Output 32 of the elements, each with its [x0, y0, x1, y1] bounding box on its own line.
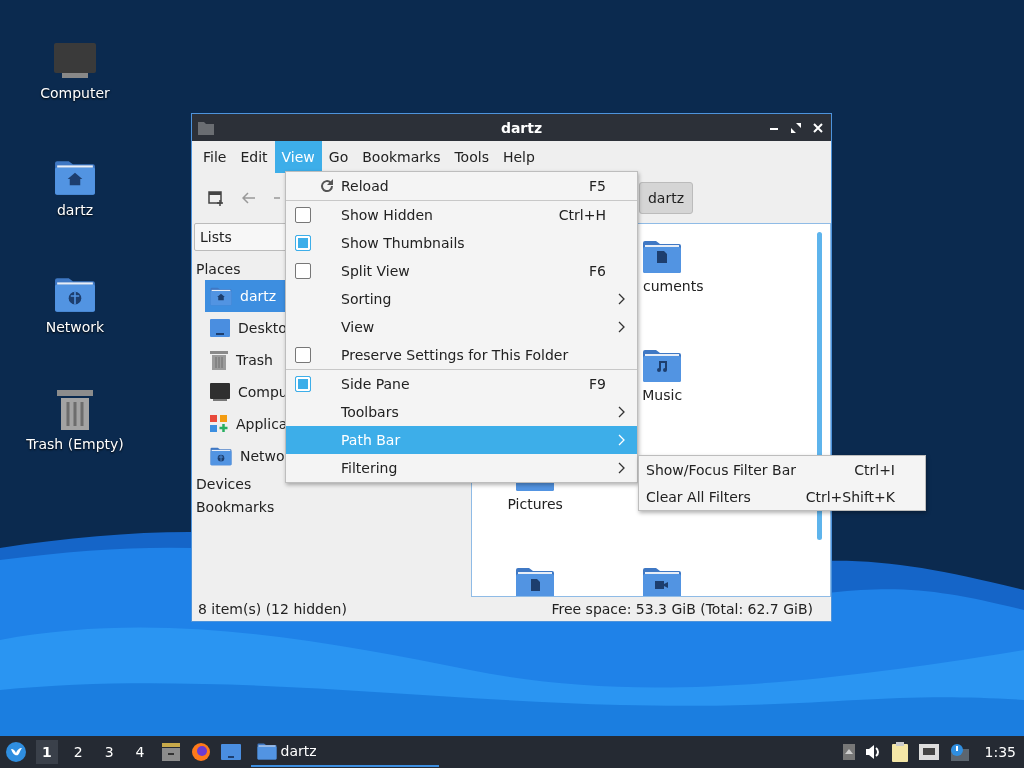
menu-item[interactable]: Side Pane F9: [286, 370, 637, 398]
status-text: 8 item(s) (12 hidden): [198, 601, 347, 617]
desktop-icon-label[interactable]: dartz: [56, 202, 94, 218]
clock: 1:35: [984, 744, 1016, 760]
window-title: dartz: [499, 119, 544, 136]
file-label[interactable]: Music: [642, 387, 683, 403]
desktop-icon-label[interactable]: Trash (Empty): [26, 436, 124, 452]
menu-item[interactable]: Edit: [233, 141, 275, 173]
menu-item[interactable]: Go: [321, 141, 356, 173]
menu-item[interactable]: Help: [495, 141, 542, 173]
workspace-button[interactable]: 3: [98, 740, 120, 764]
menu-item[interactable]: View: [286, 313, 637, 341]
file-label[interactable]: Pictures: [507, 496, 563, 512]
menu-item[interactable]: File: [196, 141, 234, 173]
menu-item[interactable]: Reload F5: [286, 172, 637, 200]
task-button[interactable]: dartz: [250, 737, 439, 767]
section-heading[interactable]: Bookmarks: [194, 495, 469, 518]
menu-item[interactable]: Bookmarks: [355, 141, 448, 173]
menu-item[interactable]: Filtering: [286, 454, 637, 482]
workspace-button[interactable]: 2: [67, 740, 89, 764]
workspace-button[interactable]: 4: [129, 740, 151, 764]
workspace-button[interactable]: 1: [36, 740, 58, 764]
desktop-icon-label[interactable]: Computer: [40, 85, 110, 101]
path-button[interactable]: dartz: [638, 182, 693, 214]
file-label[interactable]: cuments: [642, 278, 704, 294]
menu-item[interactable]: Clear All Filters Ctrl+Shift+K: [639, 483, 925, 510]
menu-item[interactable]: Preserve Settings for This Folder: [286, 341, 637, 369]
status-text: Free space: 53.3 GiB (Total: 62.7 GiB): [551, 601, 813, 617]
menu-item[interactable]: Show/Focus Filter Bar Ctrl+I: [639, 456, 925, 483]
menu-item[interactable]: Toolbars: [286, 398, 637, 426]
menu-item[interactable]: Tools: [447, 141, 496, 173]
desktop-icon-label[interactable]: Network: [45, 319, 105, 335]
